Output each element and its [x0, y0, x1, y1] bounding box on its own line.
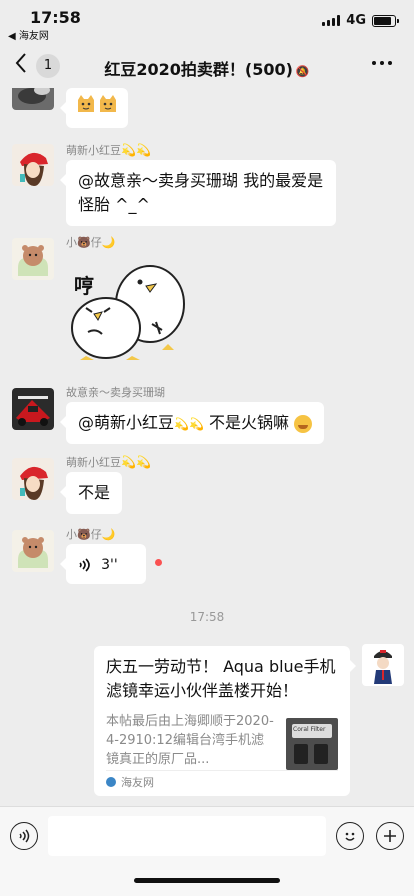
- avatar[interactable]: [12, 458, 54, 500]
- source-logo-icon: [106, 777, 116, 787]
- sparkle-emoji-icon: 💫💫: [174, 417, 204, 431]
- chat-message-list[interactable]: 萌新小红豆💫💫 @故意亲～卖身买珊瑚 我的最爱是怪胎 ^_^ 小🐻仔🌙 哼 故意…: [0, 88, 414, 806]
- sender-name: 小🐻仔🌙: [66, 526, 115, 542]
- chat-title: 红豆2020拍卖群！(500) 🔕: [0, 56, 414, 80]
- grin-emoji-icon: [294, 414, 313, 433]
- more-actions-plus-icon[interactable]: [376, 822, 404, 850]
- voice-message-bubble[interactable]: 3'': [60, 544, 146, 584]
- voice-input-icon[interactable]: [10, 822, 38, 850]
- status-bar: 17:58 ◀ 海友网 4G: [0, 0, 414, 44]
- emoji-picker-icon[interactable]: [336, 822, 364, 850]
- sender-name-text: 小🐻仔: [66, 528, 102, 541]
- moon-emoji-icon: 🌙: [101, 528, 116, 541]
- back-to-app-link[interactable]: ◀ 海友网: [8, 27, 49, 42]
- sparkle-emoji-icon: 💫💫: [121, 143, 151, 157]
- voice-wave-icon: [79, 557, 90, 572]
- avatar[interactable]: [12, 144, 54, 186]
- moon-emoji-icon: 🌙: [101, 236, 116, 249]
- mute-bell-icon: 🔕: [295, 65, 310, 78]
- sender-name: 萌新小红豆💫💫: [66, 454, 151, 470]
- duck-sticker[interactable]: 哼: [66, 258, 186, 366]
- message-timestamp: 17:58: [189, 610, 225, 624]
- link-card-thumbnail: Coral Filter: [286, 718, 338, 770]
- chat-title-text: 红豆2020拍卖群！(500): [104, 60, 293, 79]
- link-card[interactable]: 庆五一劳动节！ Aqua blue手机滤镜幸运小伙伴盖楼开始！ 本帖最后由上海卿…: [94, 646, 356, 796]
- avatar[interactable]: [12, 238, 54, 280]
- sender-name: 小🐻仔🌙: [66, 234, 115, 250]
- battery-icon: [372, 14, 399, 27]
- link-card-title: 庆五一劳动节！ Aqua blue手机滤镜幸运小伙伴盖楼开始！: [106, 657, 336, 700]
- link-card-source: 海友网: [106, 774, 154, 790]
- message-input[interactable]: [48, 816, 326, 856]
- home-indicator: [134, 878, 280, 883]
- cellular-signal-icon: [322, 15, 341, 26]
- thumbnail-label: Coral Filter: [293, 726, 326, 733]
- avatar[interactable]: [12, 388, 54, 430]
- sender-name: 故意亲～卖身买珊瑚: [66, 386, 165, 399]
- sticker-text: 哼: [74, 274, 94, 298]
- status-right: 4G: [322, 13, 399, 28]
- voice-duration: 3'': [101, 556, 118, 573]
- network-type: 4G: [346, 13, 366, 28]
- status-time: 17:58: [30, 8, 81, 27]
- emoji-message-bubble[interactable]: [60, 88, 128, 128]
- more-options-icon[interactable]: [370, 51, 394, 81]
- text-message-bubble[interactable]: @故意亲～卖身买珊瑚 我的最爱是怪胎 ^_^: [60, 160, 336, 226]
- text-message-bubble[interactable]: @萌新小红豆💫💫 不是火锅嘛: [59, 402, 325, 444]
- battery-fill: [374, 16, 391, 25]
- mention-text: @萌新小红豆: [78, 413, 175, 432]
- sender-name: 萌新小红豆💫💫: [66, 142, 151, 158]
- unplayed-dot: [155, 559, 162, 566]
- link-card-divider: [106, 770, 338, 771]
- avatar[interactable]: [12, 530, 54, 572]
- sparkle-emoji-icon: 💫💫: [121, 455, 151, 469]
- link-card-description: 本帖最后由上海卿顺于2020-4-2910:12编辑台湾手机滤镜真正的原厂品..…: [106, 714, 274, 767]
- cat-emoji-icon: [76, 94, 118, 114]
- sender-name-text: 小🐻仔: [66, 236, 102, 249]
- link-card-source-text: 海友网: [121, 776, 154, 789]
- sender-name-text: 萌新小红豆: [66, 144, 121, 157]
- text-message-bubble[interactable]: 不是: [59, 472, 123, 514]
- sender-name-text: 萌新小红豆: [66, 456, 121, 469]
- chat-header: 1 红豆2020拍卖群！(500) 🔕: [0, 44, 414, 88]
- message-text: 不是火锅嘛: [203, 413, 289, 432]
- my-avatar[interactable]: [362, 644, 404, 686]
- avatar[interactable]: [12, 88, 54, 110]
